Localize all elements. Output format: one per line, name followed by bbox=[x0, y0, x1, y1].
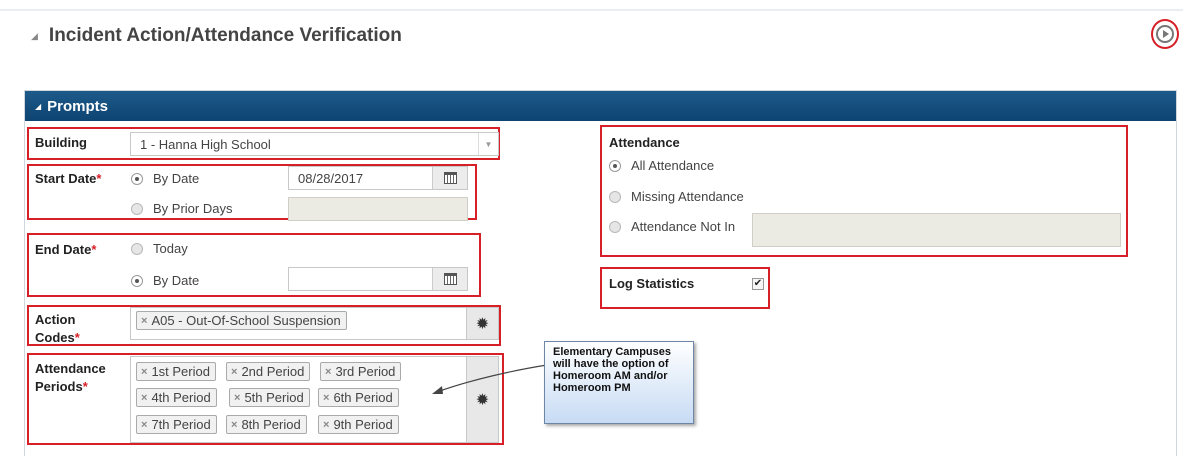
callout-line: Elementary Campuses bbox=[553, 346, 671, 358]
radio-unselected-icon bbox=[131, 202, 143, 215]
end-date-label: End Date* bbox=[35, 242, 97, 257]
start-date-label: Start Date* bbox=[35, 171, 102, 186]
period-tag[interactable]: × 6th Period bbox=[318, 388, 399, 407]
action-codes-multiselect[interactable]: × A05 - Out-Of-School Suspension ✹ bbox=[130, 307, 499, 340]
period-tag[interactable]: × 9th Period bbox=[318, 415, 399, 434]
start-date-by-date-radio[interactable]: By Date bbox=[131, 171, 199, 186]
start-date-calendar-button[interactable] bbox=[432, 167, 467, 189]
attendance-missing-label: Missing Attendance bbox=[631, 189, 744, 204]
period-tag[interactable]: × 2nd Period bbox=[226, 362, 311, 381]
period-tag[interactable]: × 7th Period bbox=[136, 415, 217, 434]
checkmark-icon: ✔ bbox=[753, 278, 763, 289]
required-mark: * bbox=[96, 171, 102, 186]
callout-line: Homeroom PM bbox=[553, 382, 631, 394]
radio-selected-icon bbox=[131, 274, 143, 287]
remove-tag-icon[interactable]: × bbox=[231, 366, 237, 378]
log-statistics-checkbox[interactable]: ✔ bbox=[752, 278, 764, 290]
remove-tag-icon[interactable]: × bbox=[231, 419, 237, 431]
required-mark: * bbox=[82, 379, 88, 394]
prompts-title: Prompts bbox=[47, 97, 108, 115]
calendar-icon bbox=[443, 172, 457, 184]
end-date-input[interactable] bbox=[288, 267, 468, 291]
period-tag[interactable]: × 8th Period bbox=[226, 415, 307, 434]
building-select[interactable]: 1 - Hanna High School ▼ bbox=[130, 132, 499, 156]
action-codes-select-button[interactable]: ✹ bbox=[466, 308, 498, 339]
period-tag-label: 4th Period bbox=[151, 390, 211, 405]
period-tag-label: 7th Period bbox=[151, 417, 211, 432]
callout-arrow bbox=[432, 364, 548, 394]
calendar-icon bbox=[443, 273, 457, 285]
page-title: Incident Action/Attendance Verification bbox=[48, 25, 402, 46]
start-date-input[interactable]: 08/28/2017 bbox=[288, 166, 468, 190]
period-tag-label: 6th Period bbox=[333, 390, 393, 405]
remove-tag-icon[interactable]: × bbox=[141, 315, 147, 327]
remove-tag-icon[interactable]: × bbox=[141, 366, 147, 378]
end-date-today-radio[interactable]: Today bbox=[131, 241, 188, 256]
period-tag[interactable]: × 1st Period bbox=[136, 362, 216, 381]
radio-unselected-icon bbox=[131, 242, 143, 255]
action-code-tag[interactable]: × A05 - Out-Of-School Suspension bbox=[136, 311, 347, 330]
building-value: 1 - Hanna High School bbox=[140, 136, 271, 152]
period-tag-label: 2nd Period bbox=[241, 364, 305, 379]
radio-unselected-icon bbox=[609, 190, 621, 203]
top-divider bbox=[0, 9, 1183, 11]
period-tag-label: 1st Period bbox=[151, 364, 210, 379]
action-code-tag-label: A05 - Out-Of-School Suspension bbox=[151, 313, 341, 328]
remove-tag-icon[interactable]: × bbox=[323, 392, 329, 404]
attendance-not-in-input bbox=[752, 213, 1121, 247]
remove-tag-icon[interactable]: × bbox=[141, 392, 147, 404]
attendance-label: Attendance bbox=[609, 135, 680, 150]
end-date-today-label: Today bbox=[153, 241, 188, 256]
start-date-by-prior-days-label: By Prior Days bbox=[153, 201, 233, 216]
period-tag-label: 5th Period bbox=[244, 390, 304, 405]
remove-tag-icon[interactable]: × bbox=[325, 366, 331, 378]
page-header: ◢ Incident Action/Attendance Verificatio… bbox=[31, 25, 402, 47]
action-codes-label: Action Codes* bbox=[35, 312, 80, 345]
end-date-by-date-label: By Date bbox=[153, 273, 200, 288]
required-mark: * bbox=[74, 330, 80, 345]
period-tag[interactable]: × 5th Period bbox=[229, 388, 310, 407]
period-tag-label: 9th Period bbox=[333, 417, 393, 432]
required-mark: * bbox=[91, 242, 97, 257]
attendance-missing-radio[interactable]: Missing Attendance bbox=[609, 189, 744, 204]
remove-tag-icon[interactable]: × bbox=[323, 419, 329, 431]
attendance-all-label: All Attendance bbox=[631, 158, 715, 173]
remove-tag-icon[interactable]: × bbox=[141, 419, 147, 431]
period-tag-label: 8th Period bbox=[241, 417, 301, 432]
start-date-by-date-label: By Date bbox=[153, 171, 200, 186]
attendance-not-in-label: Attendance Not In bbox=[631, 219, 736, 234]
radio-selected-icon bbox=[131, 172, 143, 185]
annotation-callout: Elementary Campuses will have the option… bbox=[544, 341, 694, 424]
callout-line: Homeroom AM and/or bbox=[553, 370, 668, 382]
play-circle-icon bbox=[1156, 25, 1174, 43]
run-report-button[interactable] bbox=[1151, 19, 1179, 49]
collapse-triangle-icon: ◢ bbox=[35, 101, 42, 111]
start-date-value: 08/28/2017 bbox=[298, 170, 364, 186]
building-label: Building bbox=[35, 135, 87, 150]
period-tag[interactable]: × 4th Period bbox=[136, 388, 217, 407]
attendance-not-in-radio[interactable]: Attendance Not In bbox=[609, 219, 735, 234]
remove-tag-icon[interactable]: × bbox=[234, 392, 240, 404]
collapse-triangle-icon[interactable]: ◢ bbox=[31, 31, 38, 42]
chevron-down-icon[interactable]: ▼ bbox=[478, 133, 498, 155]
prompts-header[interactable]: ◢ Prompts bbox=[25, 91, 1176, 121]
callout-line: will have the option of bbox=[553, 358, 669, 370]
end-date-by-date-radio[interactable]: By Date bbox=[131, 273, 199, 288]
period-tag-label: 3rd Period bbox=[335, 364, 396, 379]
radio-unselected-icon bbox=[609, 220, 621, 233]
end-date-calendar-button[interactable] bbox=[432, 268, 467, 290]
radio-selected-icon bbox=[609, 159, 621, 172]
start-date-by-prior-days-radio[interactable]: By Prior Days bbox=[131, 201, 232, 216]
start-date-prior-days-input bbox=[288, 197, 468, 221]
attendance-periods-label: Attendance Periods* bbox=[35, 361, 106, 394]
period-tag[interactable]: × 3rd Period bbox=[320, 362, 402, 381]
log-statistics-label: Log Statistics bbox=[609, 276, 695, 291]
attendance-all-radio[interactable]: All Attendance bbox=[609, 158, 714, 173]
